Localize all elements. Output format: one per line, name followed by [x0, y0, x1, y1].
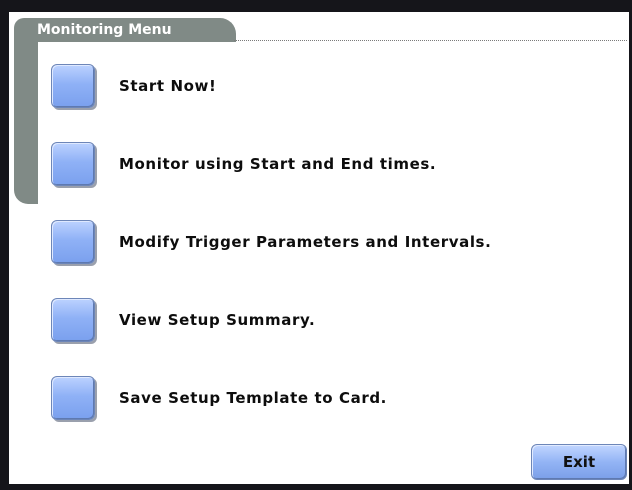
- menu-item-label: Save Setup Template to Card.: [119, 389, 387, 407]
- header-divider: [234, 40, 627, 41]
- page-title: Monitoring Menu: [37, 22, 172, 38]
- menu-item-label: Monitor using Start and End times.: [119, 155, 437, 173]
- side-bar: [14, 40, 38, 204]
- start-now-button[interactable]: [51, 64, 95, 108]
- modify-trigger-button[interactable]: [51, 220, 95, 264]
- menu-item-label: Start Now!: [119, 77, 217, 95]
- menu-item-view-setup-summary[interactable]: View Setup Summary.: [51, 298, 315, 342]
- menu-item-label: View Setup Summary.: [119, 311, 316, 329]
- view-setup-summary-button[interactable]: [51, 298, 95, 342]
- exit-button[interactable]: Exit: [531, 444, 627, 480]
- menu-item-save-template[interactable]: Save Setup Template to Card.: [51, 376, 387, 420]
- menu-item-monitor-start-end[interactable]: Monitor using Start and End times.: [51, 142, 436, 186]
- monitor-start-end-button[interactable]: [51, 142, 95, 186]
- save-template-button[interactable]: [51, 376, 95, 420]
- menu-item-start-now[interactable]: Start Now!: [51, 64, 216, 108]
- monitoring-menu-screen: Monitoring Menu Start Now! Monitor using…: [9, 12, 629, 484]
- menu-item-label: Modify Trigger Parameters and Intervals.: [119, 233, 492, 251]
- menu-item-modify-trigger[interactable]: Modify Trigger Parameters and Intervals.: [51, 220, 491, 264]
